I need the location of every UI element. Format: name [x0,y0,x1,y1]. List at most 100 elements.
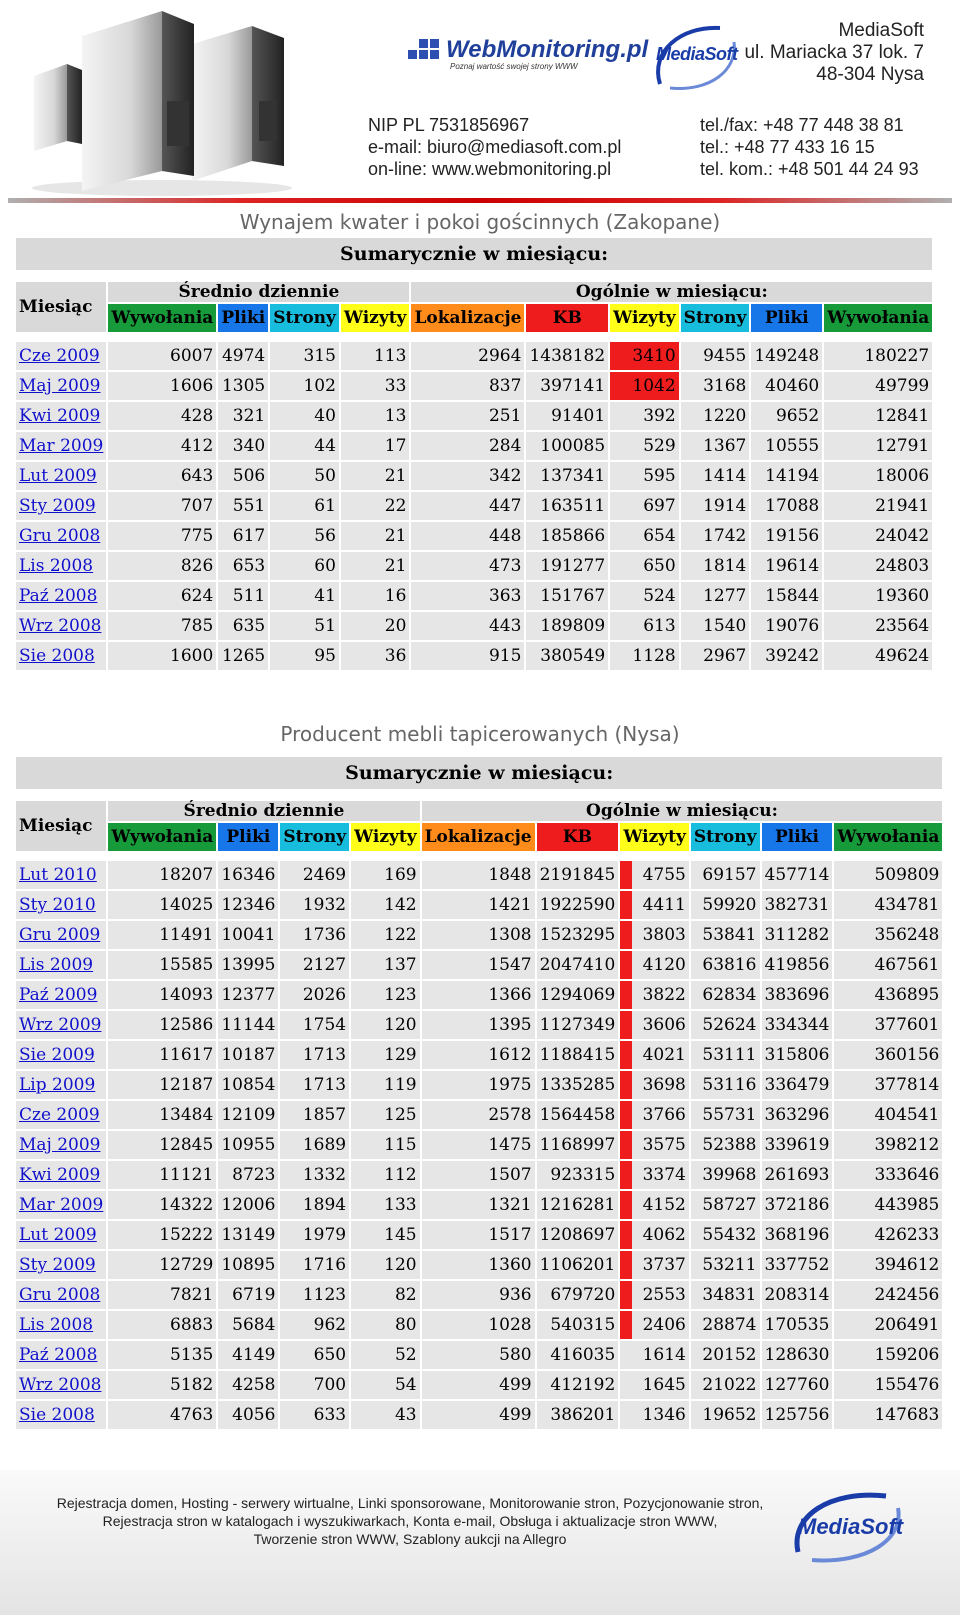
value-cell: 551 [217,491,270,521]
month-link[interactable]: Sie 2009 [19,1045,95,1065]
month-cell: Kwi 2009 [15,1160,108,1190]
stats-table-zakopane: Sumarycznie w miesiącu: Miesiąc Średnio dz… [15,237,934,671]
value-cell: 416035 [535,1340,620,1370]
month-link[interactable]: Gru 2008 [19,1285,100,1305]
value-cell: 11617 [107,1040,218,1070]
column-header: Wywołania [107,303,218,333]
value-cell: 125 [350,1100,421,1130]
value-cell: 506 [217,461,270,491]
value-cell: 13 [339,401,411,431]
value-cell: 1979 [279,1220,351,1250]
month-link[interactable]: Paź 2008 [19,1345,97,1365]
table-row: Gru 2008 775 617 56 21 448 185866 654 1742 19156 2… [15,521,934,551]
month-link[interactable]: Lip 2009 [19,1075,95,1095]
value-cell: 102 [269,371,340,401]
value-cell: 147683 [833,1400,944,1430]
value-cell: 635 [217,611,270,641]
month-link[interactable]: Sie 2008 [19,1405,95,1425]
table-row: Paź 2008 624 511 41 16 363 151767 524 1277 15844 1… [15,581,934,611]
month-link[interactable]: Kwi 2009 [19,1165,100,1185]
month-link[interactable]: Gru 2009 [19,925,100,945]
value-cell: 133 [350,1190,421,1220]
value-cell: 21 [339,551,411,581]
month-link[interactable]: Maj 2009 [19,376,100,396]
month-link[interactable]: Paź 2008 [19,586,97,606]
month-link[interactable]: Lis 2008 [19,1315,93,1335]
month-link[interactable]: Kwi 2009 [19,406,100,426]
value-cell: 170535 [760,1310,834,1340]
month-link[interactable]: Wrz 2008 [19,616,101,636]
value-cell: 2578 [420,1100,536,1130]
value-cell: 129 [350,1040,421,1070]
month-link[interactable]: Sie 2008 [19,646,95,666]
value-cell: 3766 [619,1100,690,1130]
value-cell: 43 [350,1400,421,1430]
month-link[interactable]: Lut 2010 [19,865,97,885]
value-cell: 697 [609,491,680,521]
table-row: Sty 2009 707 551 61 22 447 163511 697 1914 17088 2… [15,491,934,521]
column-header: Lokalizacje [410,303,526,333]
value-cell: 436895 [833,980,944,1010]
value-cell: 3803 [619,920,690,950]
table-row: Sie 2008 4763 4056 633 43 499 386201 1346 19652 1… [15,1400,944,1430]
month-link[interactable]: Maj 2009 [19,1135,100,1155]
value-cell: 208314 [760,1280,834,1310]
value-cell: 2191845 [535,860,620,890]
month-link[interactable]: Lut 2009 [19,466,97,486]
table-row: Mar 2009 412 340 44 17 284 100085 529 1367 10555 1… [15,431,934,461]
value-cell: 412 [107,431,218,461]
value-cell: 34831 [689,1280,761,1310]
month-link[interactable]: Mar 2009 [19,436,103,456]
month-link[interactable]: Cze 2009 [19,346,100,366]
value-cell: 1713 [279,1040,351,1070]
address-line: MediaSoft [838,20,924,41]
value-cell: 10955 [217,1130,280,1160]
value-cell: 82 [350,1280,421,1310]
value-cell: 428 [107,401,218,431]
webmonitoring-logo: WebMonitoring.pl [408,36,648,64]
value-cell: 137341 [525,461,610,491]
month-link[interactable]: Lut 2009 [19,1225,97,1245]
month-cell: Kwi 2009 [15,401,108,431]
value-cell: 321 [217,401,270,431]
column-header: Pliki [760,822,834,852]
value-cell: 54 [350,1370,421,1400]
value-cell: 19652 [689,1400,761,1430]
month-link[interactable]: Wrz 2009 [19,1015,101,1035]
value-cell: 163511 [525,491,610,521]
month-link[interactable]: Sty 2009 [19,1255,96,1275]
month-link[interactable]: Cze 2009 [19,1105,100,1125]
month-link[interactable]: Sty 2009 [19,496,96,516]
value-cell: 1736 [279,920,351,950]
column-header: Pliki [750,303,824,333]
value-cell: 24803 [823,551,934,581]
value-cell: 1742 [679,521,751,551]
column-header: Pliki [217,303,270,333]
month-link[interactable]: Gru 2008 [19,526,100,546]
month-link[interactable]: Wrz 2008 [19,1375,101,1395]
value-cell: 1564458 [535,1100,620,1130]
month-link[interactable]: Mar 2009 [19,1195,103,1215]
value-cell: 6883 [107,1310,218,1340]
webmonitoring-logo-text: WebMonitoring.pl [446,36,649,63]
value-cell: 2047410 [535,950,620,980]
value-cell: 837 [410,371,526,401]
value-cell: 1645 [619,1370,690,1400]
value-cell: 21 [339,461,411,491]
month-link[interactable]: Lis 2009 [19,955,93,975]
month-link[interactable]: Paź 2009 [19,985,97,1005]
value-cell: 540315 [535,1310,620,1340]
value-cell: 19360 [823,581,934,611]
company-address: MediaSoft ul. Mariacka 37 lok. 7 48-304 … [744,20,924,86]
value-cell: 10854 [217,1070,280,1100]
month-cell: Lis 2008 [15,551,108,581]
month-cell: Gru 2009 [15,920,108,950]
value-cell: 1438182 [525,341,610,371]
month-link[interactable]: Sty 2010 [19,895,96,915]
value-cell: 654 [609,521,680,551]
value-cell: 1127349 [535,1010,620,1040]
month-link[interactable]: Lis 2008 [19,556,93,576]
value-cell: 434781 [833,890,944,920]
value-cell: 159206 [833,1340,944,1370]
value-cell: 12729 [107,1250,218,1280]
